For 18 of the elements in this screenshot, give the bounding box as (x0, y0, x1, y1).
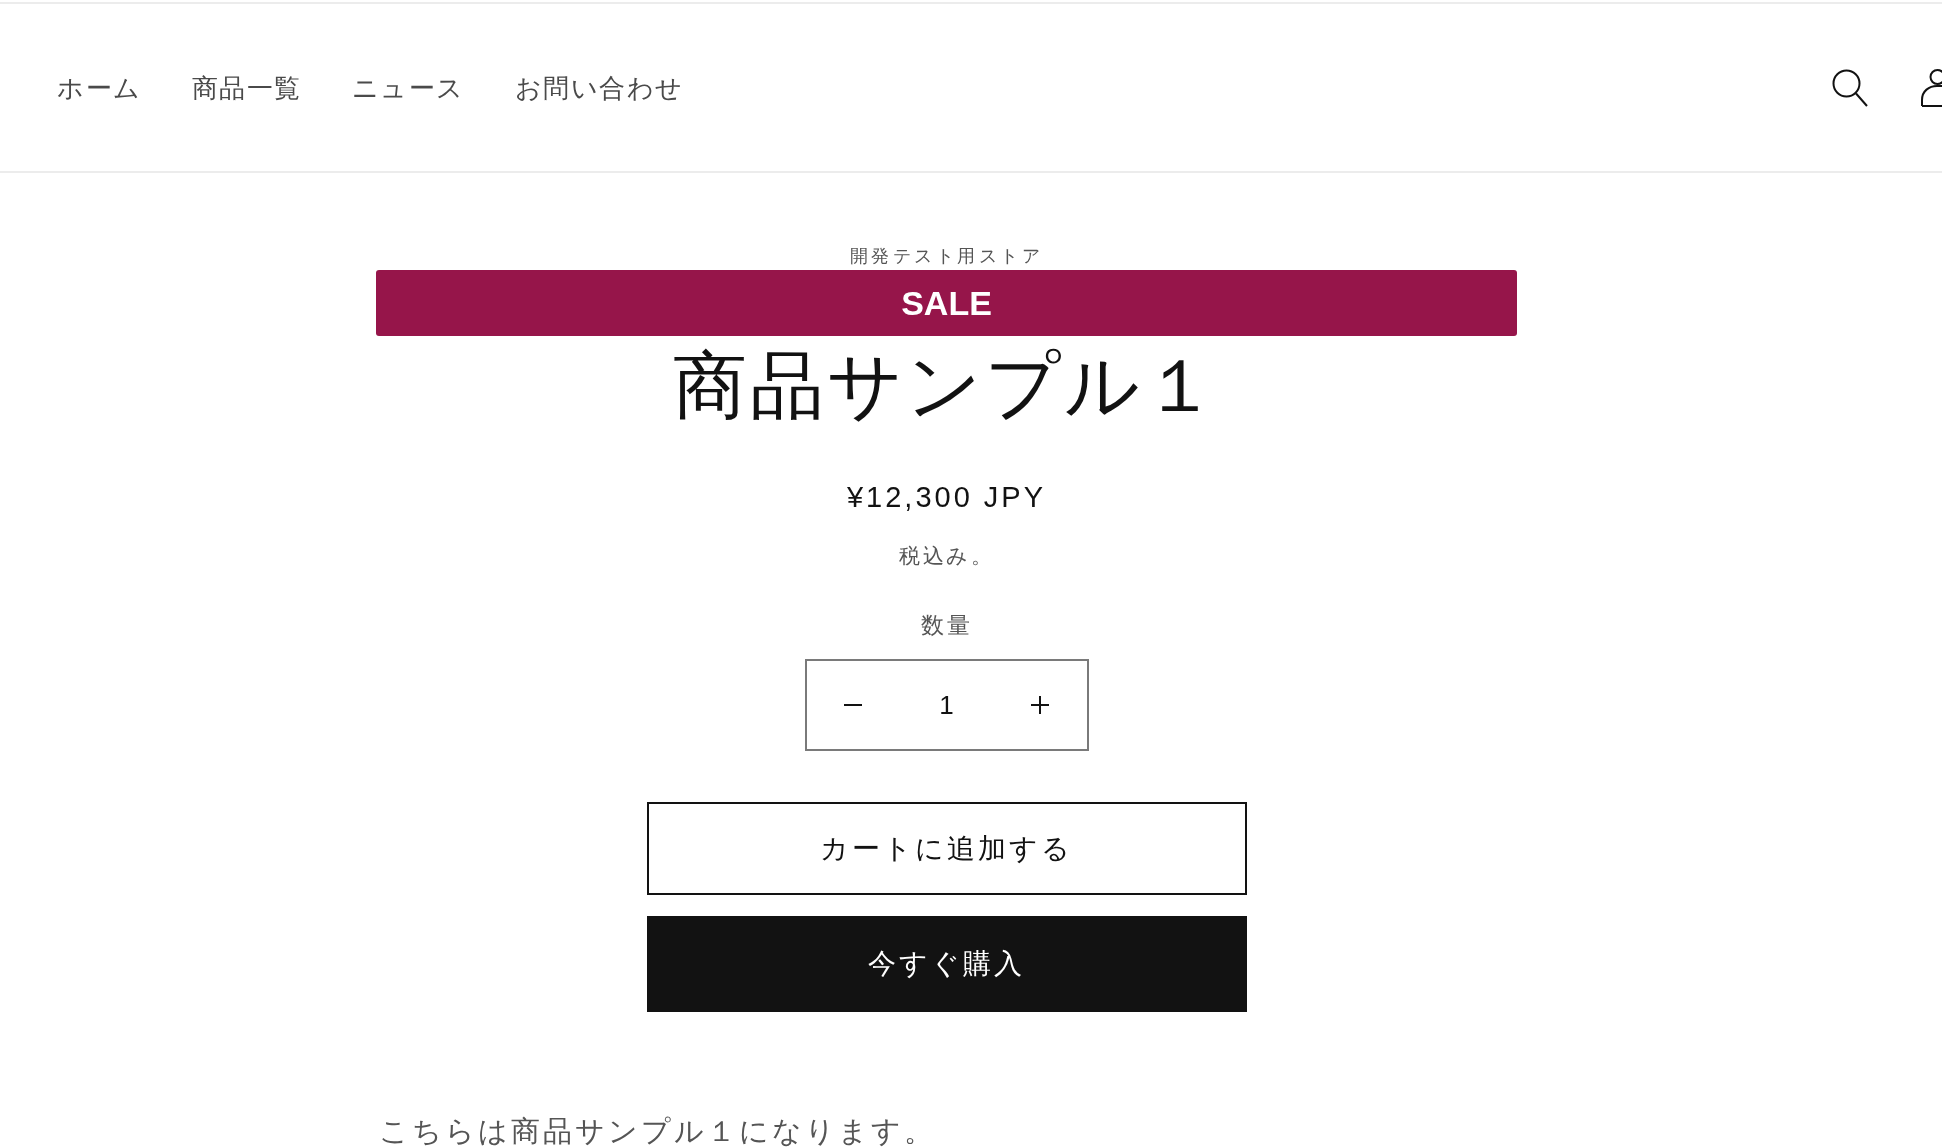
nav-link[interactable]: お問い合わせ (514, 70, 684, 105)
search-icon[interactable] (1832, 68, 1868, 107)
product-description: こちらは商品サンプル１になります。 (379, 1117, 936, 1146)
nav-link[interactable]: 商品一覧 (191, 70, 302, 105)
plus-icon[interactable] (1030, 696, 1049, 714)
tax-note: 税込み。 (899, 543, 994, 569)
quantity-input[interactable]: 1 (926, 689, 967, 721)
price: ¥12,300 JPY (846, 480, 1047, 515)
store-name: 開発テスト用ストア (849, 245, 1044, 267)
nav-link[interactable]: ホーム (57, 70, 142, 105)
sale-banner: SALE (376, 270, 1517, 336)
user-icon[interactable] (1921, 68, 1942, 107)
minus-icon[interactable] (844, 704, 863, 706)
product-title: 商品サンプル１ (673, 344, 1220, 428)
buy-now-button[interactable]: 今すぐ購入 (646, 916, 1247, 1012)
nav-link[interactable]: ニュース (351, 70, 465, 105)
add-to-cart-button[interactable]: カートに追加する (646, 802, 1247, 895)
quantity-label: 数量 (921, 611, 972, 640)
